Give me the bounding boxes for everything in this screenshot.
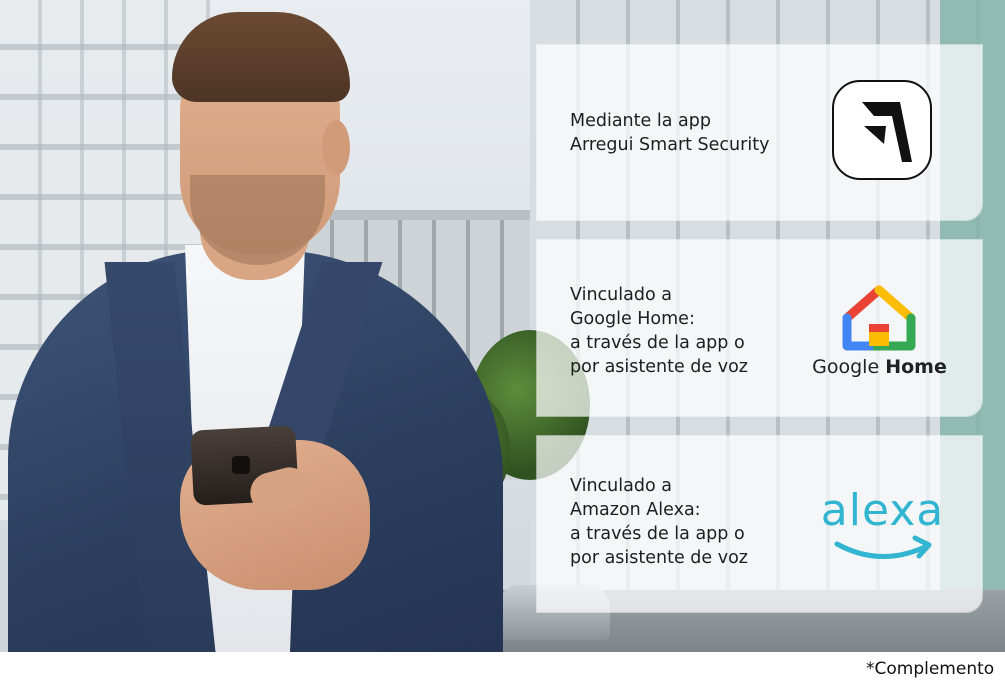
card-line: Vinculado a [570,285,672,305]
man-hair [172,12,350,102]
amazon-smile-icon [834,535,932,559]
card-line: Google Home: [570,309,695,329]
google-home-wordmark: Google Home [807,356,952,378]
google-home-logo: Google Home [807,282,952,382]
arregui-logo-icon [832,80,932,180]
card-line: a través de la app o [570,524,745,544]
card-google-home: Vinculado a Google Home: a través de la … [537,240,982,416]
card-line: por asistente de voz [570,548,748,568]
card-text: Vinculado a Google Home: a través de la … [570,283,748,379]
phone-camera [232,456,250,474]
card-line: Arregui Smart Security [570,135,770,155]
card-line: por asistente de voz [570,357,748,377]
card-amazon-alexa: Vinculado a Amazon Alexa: a través de la… [537,436,982,612]
card-text: Vinculado a Amazon Alexa: a través de la… [570,474,748,570]
card-line: a través de la app o [570,333,745,353]
card-line: Mediante la app [570,111,711,131]
google-word: Google [812,356,880,378]
card-line: Vinculado a [570,476,672,496]
footnote: *Complemento [866,659,995,679]
card-line: Amazon Alexa: [570,500,701,520]
arregui-logo-mark [862,102,912,162]
alexa-logo: alexa [815,486,950,566]
card-text: Mediante la app Arregui Smart Security [570,109,769,157]
man-ear [322,120,350,175]
card-arregui-app: Mediante la app Arregui Smart Security [537,45,982,220]
home-word: Home [885,356,947,378]
google-home-house-icon [842,285,916,351]
